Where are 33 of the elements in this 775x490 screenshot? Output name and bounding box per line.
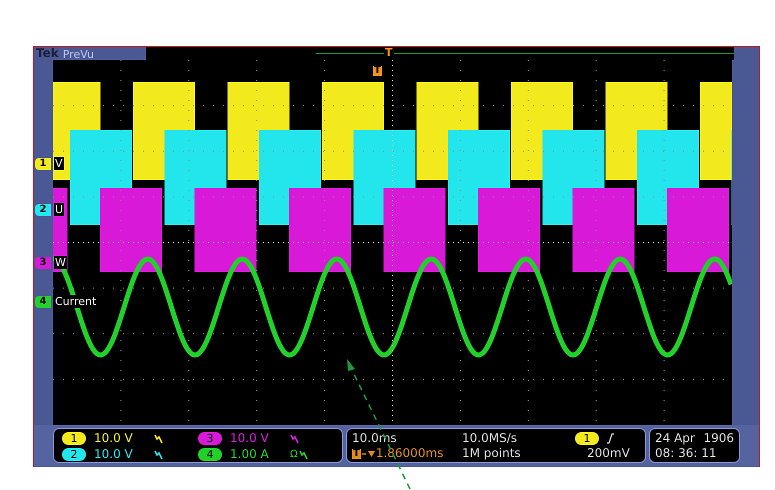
channel-badge: 2 (62, 448, 86, 461)
sample-rate: 10.0MS/s (462, 431, 518, 446)
channel-marker: 2 (35, 204, 51, 216)
channel-badge: 1 (62, 432, 86, 445)
trigger-source-badge: 1 (575, 432, 599, 445)
channel-marker: 3 (35, 257, 51, 269)
trigger-delay: 1.86000ms (376, 446, 444, 461)
mode-label: PreVu (62, 49, 94, 60)
channel-label: V (54, 157, 64, 170)
channel-scale: 10.0 V (94, 431, 134, 446)
time-label: 08: 36: 11 (655, 446, 718, 461)
delay-marker: T (352, 448, 361, 458)
channel-label: W (54, 256, 67, 269)
rising-slope-icon (607, 433, 614, 444)
delay-arrow-icon (362, 450, 375, 458)
record-length: 1M points (462, 446, 522, 461)
channel-badge: 4 (198, 448, 222, 461)
channel-badge: 3 (198, 432, 222, 445)
brand-label: Tek (36, 47, 59, 59)
channel-label: Current (54, 295, 98, 308)
timebase-scale: 10.0ms (352, 431, 398, 446)
channel-scale: 10.0 V (230, 431, 270, 446)
channel-scale: 10.0 V (94, 447, 134, 462)
trigger-level: 200mV (586, 446, 631, 461)
year-label: 1906 (703, 431, 734, 446)
termination-label: Ω (290, 450, 298, 460)
channel-marker: 1 (35, 158, 51, 170)
channel-marker: 4 (35, 296, 51, 308)
channel-scale: 1.00 A (230, 447, 270, 462)
channel-label: U (54, 203, 64, 216)
date-label: 24 Apr (655, 431, 696, 446)
trigger-marker: T (373, 66, 382, 76)
trigger-marker: T (384, 47, 394, 58)
